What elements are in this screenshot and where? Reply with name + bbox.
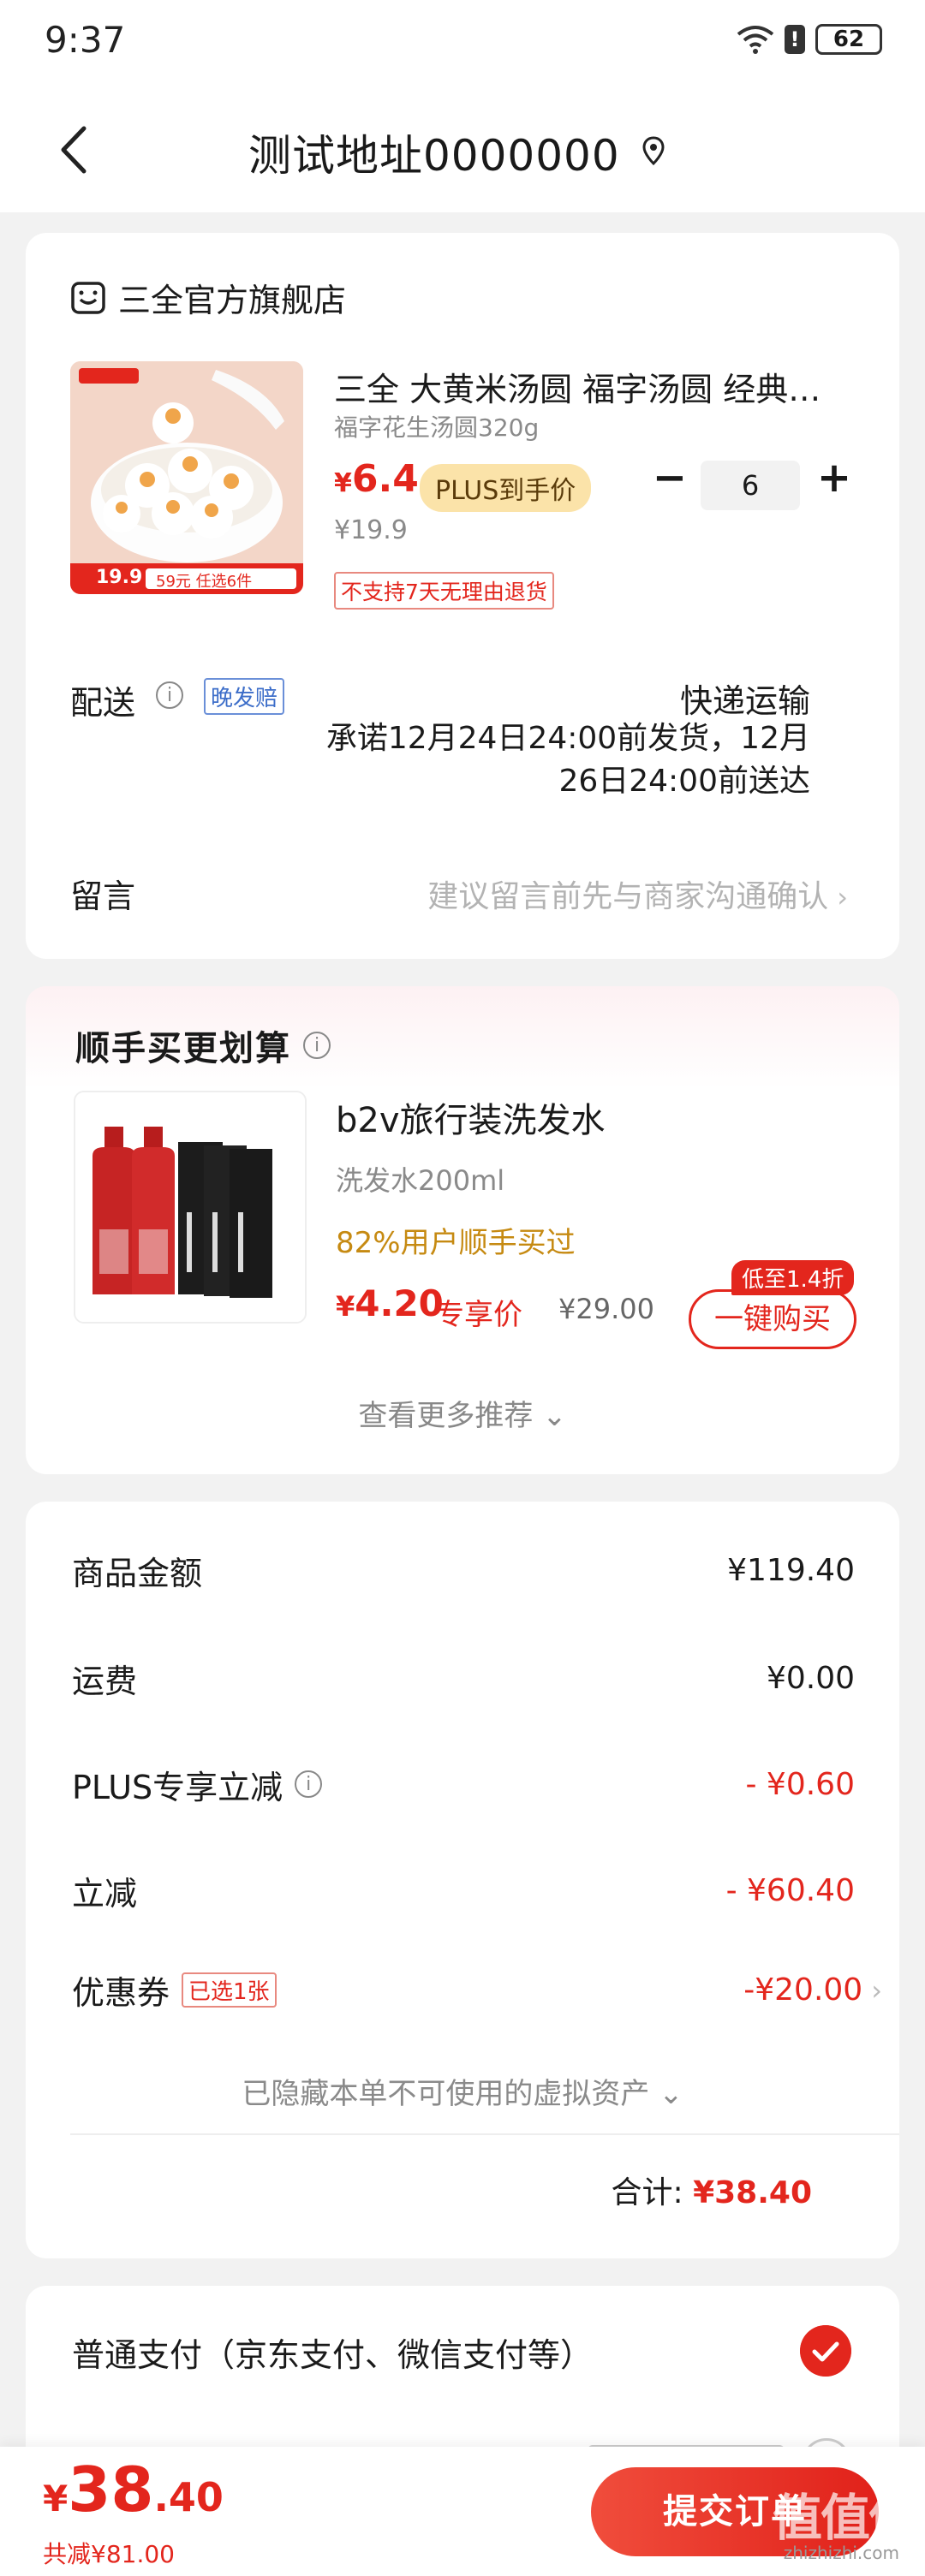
store-name: 三全官方旗舰店	[118, 282, 347, 319]
delivery-promise: 承诺12月24日24:00前发货，12月26日24:00前送达	[325, 721, 810, 799]
recommend-product-image[interactable]	[74, 1091, 307, 1324]
recommend-header: 顺手买更划算 i	[75, 1020, 331, 1070]
hidden-assets-toggle[interactable]: 已隐藏本单不可使用的虚拟资产 ⌄	[26, 2070, 899, 2112]
payment-option-normal[interactable]: 普通支付（京东支付、微信支付等）	[72, 2329, 593, 2376]
exclusive-price-label: 专享价	[435, 1298, 522, 1332]
price-symbol: ¥	[334, 468, 352, 498]
amount-symbol: ¥	[43, 2478, 69, 2519]
chevron-down-icon: ⌄	[542, 1399, 567, 1433]
fee-row-instant-discount: 立减 - ¥60.40	[72, 1865, 855, 1916]
fee-row-plus-discount: PLUS专享立减 i - ¥0.60	[72, 1758, 855, 1810]
product-original-price: ¥19.9	[334, 515, 408, 545]
battery-level: 62	[832, 27, 865, 52]
status-bar: 9:37 ! 62	[0, 0, 925, 86]
fee-value: - ¥0.60	[745, 1766, 856, 1802]
more-recommendations-link[interactable]: 查看更多推荐 ⌄	[26, 1392, 899, 1434]
amount-dec: .40	[153, 2474, 224, 2520]
recommend-original-price: ¥29.00	[558, 1293, 654, 1325]
total-saved: 共减¥81.00	[43, 2540, 175, 2568]
bottom-bar: ¥38.40 共减¥81.00 提交订单 值值值 zhizhizhi.com	[0, 2447, 925, 2576]
fee-value: - ¥60.40	[725, 1872, 855, 1908]
watermark-logo: 值值值	[772, 2489, 918, 2547]
fees-card: 商品金额 ¥119.40 运费 ¥0.00 PLUS专享立减 i - ¥0.60 …	[26, 1502, 899, 2258]
status-icons: ! 62	[737, 24, 882, 55]
fee-label: PLUS专享立减	[72, 1768, 283, 1806]
fee-label: 商品金额	[72, 1554, 203, 1592]
check-icon[interactable]	[800, 2325, 851, 2377]
image-price: 19.9	[96, 567, 143, 588]
info-icon[interactable]: i	[295, 1770, 323, 1798]
quantity-decrease-button[interactable]: −	[651, 457, 689, 502]
recommend-bought-rate: 82%用户顺手买过	[336, 1226, 576, 1260]
message-input[interactable]: 建议留言前先与商家沟通确认 ›	[427, 872, 848, 916]
quantity-increase-button[interactable]: +	[815, 457, 853, 502]
recommend-product-spec: 洗发水200ml	[336, 1164, 505, 1197]
recommend-price: ¥4.20	[336, 1282, 444, 1324]
fee-label-wrap: 优惠券 已选1张	[72, 1966, 277, 2014]
store-icon	[71, 281, 105, 314]
product-image[interactable]: 19.9 59元 任选6件	[70, 361, 303, 594]
product-price: ¥6.4	[334, 457, 419, 501]
one-click-buy-button[interactable]: 一键购买	[689, 1289, 856, 1349]
order-total: 合计: ¥38.40	[611, 2168, 812, 2212]
total-label: 合计:	[611, 2175, 683, 2210]
product-title[interactable]: 三全 大黄米汤圆 福字汤圆 经典…	[334, 363, 821, 410]
image-promo: 59元 任选6件	[156, 573, 253, 591]
alert-icon: !	[785, 25, 805, 54]
fee-value: -¥20.00	[743, 1972, 863, 2008]
delivery-method[interactable]: 快递运输	[680, 675, 810, 722]
back-arrow-icon[interactable]	[50, 120, 101, 180]
delivery-label: 配送	[70, 684, 136, 722]
fee-label: 优惠券	[72, 1973, 170, 2012]
total-value: ¥38.40	[693, 2175, 812, 2210]
info-icon[interactable]: i	[303, 1032, 331, 1059]
fee-row-goods: 商品金额 ¥119.40	[72, 1544, 855, 1596]
coupon-value: -¥20.00 ›	[743, 1972, 882, 2008]
payable-amount: ¥38.40	[43, 2454, 224, 2525]
discount-badge: 低至1.4折	[731, 1260, 855, 1295]
wifi-icon	[737, 26, 774, 54]
recommend-title: 顺手买更划算	[75, 1029, 291, 1068]
quantity-input[interactable]: 6	[701, 461, 800, 510]
no-return-badge: 不支持7天无理由退货	[334, 572, 554, 610]
fee-label: 运费	[72, 1662, 138, 1700]
fee-row-coupon[interactable]: 优惠券 已选1张 -¥20.00 ›	[72, 1964, 882, 2015]
info-icon[interactable]: i	[156, 681, 183, 709]
tangyuan-picture	[70, 361, 303, 594]
chevron-down-icon: ⌄	[659, 2077, 683, 2111]
coupon-selected-badge: 已选1张	[182, 1972, 277, 2008]
nav-bar: 测试地址0000000	[0, 86, 925, 212]
chevron-right-icon: ›	[837, 881, 848, 913]
hidden-assets-label: 已隐藏本单不可使用的虚拟资产	[242, 2077, 650, 2111]
status-time: 9:37	[45, 19, 126, 61]
message-label: 留言	[70, 878, 136, 915]
recommend-card: 顺手买更划算 i b2v旅行装洗发水 洗发水200ml 82%用户顺手买过 ¥4…	[26, 986, 899, 1474]
store-header[interactable]: 三全官方旗舰店	[70, 274, 346, 321]
battery-icon: 62	[815, 24, 882, 55]
shampoo-picture	[75, 1092, 305, 1322]
divider	[70, 2133, 899, 2135]
fee-value: ¥0.00	[766, 1660, 855, 1696]
message-hint: 建议留言前先与商家沟通确认	[427, 879, 829, 914]
watermark-url: zhizhizhi.com	[783, 2543, 899, 2563]
fee-label-wrap: PLUS专享立减 i	[72, 1761, 323, 1808]
fee-label: 立减	[72, 1874, 138, 1913]
more-label: 查看更多推荐	[358, 1399, 534, 1433]
price-symbol: ¥	[336, 1290, 355, 1323]
fee-value: ¥119.40	[727, 1552, 855, 1588]
product-spec: 福字花生汤圆320g	[334, 413, 540, 442]
page-title[interactable]: 测试地址0000000	[248, 122, 620, 183]
late-compensation-badge: 晚发赔	[204, 678, 285, 715]
amount-int: 38	[68, 2454, 154, 2525]
chevron-right-icon: ›	[871, 1973, 882, 2007]
location-pin-icon[interactable]	[641, 135, 666, 166]
store-card: 三全官方旗舰店 19.9 59元 任选6件 三全 大黄米汤圆 福字汤圆 经典… …	[26, 233, 899, 959]
fee-row-shipping: 运费 ¥0.00	[72, 1652, 855, 1704]
recommend-product-title[interactable]: b2v旅行装洗发水	[336, 1092, 606, 1142]
price-value: 6.4	[351, 457, 419, 501]
plus-price-tag: PLUS到手价	[420, 464, 592, 512]
price-value: 4.20	[355, 1282, 444, 1324]
